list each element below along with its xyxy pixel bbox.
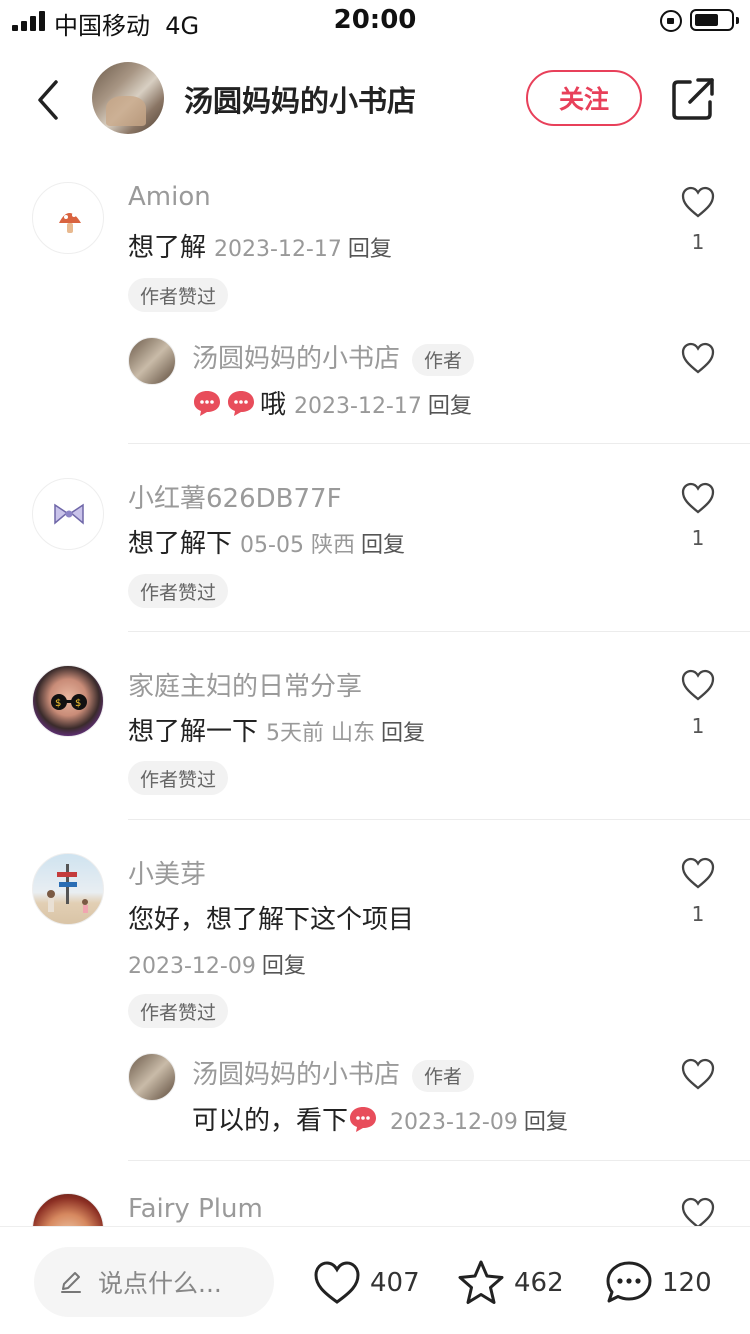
- back-icon[interactable]: [30, 78, 70, 122]
- divider: [128, 443, 750, 444]
- like-count: 1: [691, 230, 705, 254]
- comment-input-placeholder: 说点什么...: [98, 1269, 222, 1298]
- like-count: 1: [691, 902, 705, 926]
- pen-icon: [61, 1272, 81, 1293]
- svg-text:$: $: [75, 698, 81, 709]
- comment-input[interactable]: 说点什么...: [34, 1247, 274, 1317]
- heart-icon[interactable]: [680, 1057, 716, 1091]
- star-icon: [458, 1260, 504, 1304]
- comment-text[interactable]: 想了解 2023-12-17 回复: [128, 227, 392, 264]
- reply-button[interactable]: 回复: [262, 954, 306, 979]
- speech-bubble-emoji: [194, 391, 220, 416]
- header: 汤圆妈妈的小书店 关注: [0, 50, 750, 150]
- author-liked-tag: 作者赞过: [128, 994, 229, 1028]
- divider: [128, 819, 750, 820]
- heart-icon[interactable]: [680, 341, 716, 375]
- avatar[interactable]: $ $: [32, 665, 104, 737]
- bottom-bar: 说点什么... 407 462 120: [0, 1226, 750, 1334]
- status-time: 20:00: [333, 5, 417, 35]
- divider: [128, 631, 750, 632]
- reply-username[interactable]: 汤圆妈妈的小书店 作者: [192, 338, 475, 376]
- battery-icon: [690, 9, 739, 31]
- star-count-total: 462: [514, 1268, 564, 1298]
- like-count: 1: [691, 714, 705, 738]
- like-count: 1: [691, 526, 705, 550]
- reply-button[interactable]: 回复: [361, 533, 405, 558]
- heart-icon[interactable]: [680, 856, 716, 890]
- mushroom-icon: [59, 213, 81, 233]
- reply-button[interactable]: 回复: [381, 721, 425, 746]
- comment-meta: 2023-12-09 回复: [128, 954, 306, 979]
- avatar[interactable]: [128, 1053, 176, 1101]
- comment-username[interactable]: 小美芽: [128, 854, 206, 891]
- speech-bubble-emoji: [350, 1107, 377, 1132]
- like-stat[interactable]: 407: [312, 1259, 420, 1307]
- heart-icon: [314, 1261, 360, 1304]
- heart-icon[interactable]: [680, 481, 716, 515]
- beach-photo-icon: [47, 864, 88, 913]
- author-liked-tag: 作者赞过: [128, 278, 229, 312]
- comment-username[interactable]: 小红薯626DB77F: [128, 478, 342, 515]
- author-liked-tag: 作者赞过: [128, 574, 229, 608]
- reply-button[interactable]: 回复: [524, 1110, 568, 1135]
- author-liked-tag: 作者赞过: [128, 761, 229, 795]
- comment-username[interactable]: 家庭主妇的日常分享: [128, 666, 362, 703]
- reply-button[interactable]: 回复: [348, 237, 392, 262]
- speech-bubble-emoji: [228, 391, 254, 416]
- reply-text[interactable]: 哦 2023-12-17 回复: [192, 384, 472, 421]
- avatar[interactable]: [128, 337, 176, 385]
- bow-icon: [54, 503, 84, 525]
- page-title[interactable]: 汤圆妈妈的小书店: [184, 78, 416, 120]
- share-icon[interactable]: [670, 76, 716, 122]
- heart-icon[interactable]: [680, 185, 716, 219]
- sunglasses-icon: $ $: [51, 694, 87, 710]
- comment-text[interactable]: 想了解一下 5天前 山东 回复: [128, 711, 425, 748]
- comment-text[interactable]: 想了解下 05-05 陕西 回复: [128, 523, 405, 560]
- heart-icon[interactable]: [680, 668, 716, 702]
- comment-username[interactable]: Amion: [128, 182, 211, 212]
- author-tag: 作者: [412, 1059, 475, 1092]
- avatar[interactable]: [32, 182, 104, 254]
- rotation-lock-icon: [660, 10, 682, 32]
- shop-avatar[interactable]: [92, 62, 164, 134]
- follow-button[interactable]: 关注: [526, 70, 642, 126]
- author-tag: 作者: [412, 343, 475, 376]
- divider: [128, 1160, 750, 1161]
- status-bar: 中国移动 4G 20:00: [0, 0, 750, 40]
- reply-button[interactable]: 回复: [428, 394, 472, 419]
- comment-username[interactable]: Fairy Plum: [128, 1194, 263, 1224]
- comment-text[interactable]: 您好，想了解下这个项目: [128, 899, 414, 936]
- avatar[interactable]: [32, 853, 104, 925]
- heart-icon[interactable]: [680, 1196, 716, 1230]
- svg-text:$: $: [55, 698, 61, 709]
- reply-username[interactable]: 汤圆妈妈的小书店 作者: [192, 1054, 475, 1092]
- like-count-total: 407: [370, 1268, 420, 1298]
- comment-stat[interactable]: 120: [604, 1259, 712, 1307]
- star-stat[interactable]: 462: [456, 1259, 564, 1307]
- avatar[interactable]: [32, 478, 104, 550]
- comment-icon: [606, 1261, 652, 1303]
- comment-count-total: 120: [662, 1268, 712, 1298]
- reply-text[interactable]: 可以的，看下 2023-12-09 回复: [192, 1100, 568, 1137]
